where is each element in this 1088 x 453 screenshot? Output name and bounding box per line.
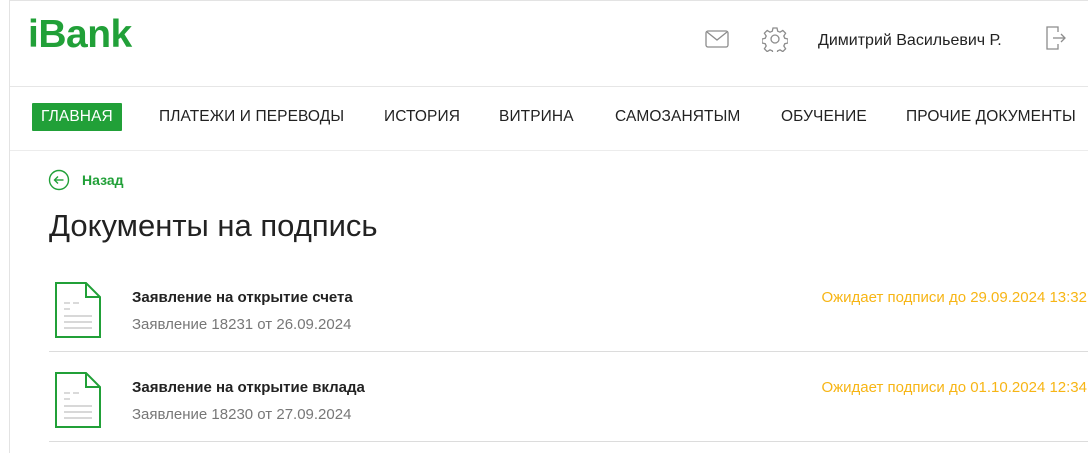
back-link[interactable]: Назад <box>48 169 124 191</box>
page-title: Документы на подпись <box>49 208 378 243</box>
document-status: Ожидает подписи до 01.10.2024 12:34 <box>821 379 1087 396</box>
nav-item-showcase[interactable]: ВИТРИНА <box>499 103 574 131</box>
document-title[interactable]: Заявление на открытие вклада <box>132 379 365 396</box>
document-row[interactable]: Заявление на открытие счета Заявление 18… <box>49 262 1088 352</box>
user-name[interactable]: Димитрий Васильевич Р. <box>818 32 1002 50</box>
mail-icon[interactable] <box>704 26 730 52</box>
nav-item-payments[interactable]: ПЛАТЕЖИ И ПЕРЕВОДЫ <box>159 103 344 131</box>
document-icon <box>54 281 102 344</box>
document-row[interactable]: Заявление на открытие вклада Заявление 1… <box>49 352 1088 442</box>
nav-item-history[interactable]: ИСТОРИЯ <box>384 103 460 131</box>
document-subtitle: Заявление 18230 от 27.09.2024 <box>132 406 352 423</box>
gear-icon[interactable] <box>762 26 788 52</box>
document-title[interactable]: Заявление на открытие счета <box>132 289 353 306</box>
nav-item-other-documents[interactable]: ПРОЧИЕ ДОКУМЕНТЫ <box>906 103 1076 131</box>
logout-icon[interactable] <box>1043 25 1069 51</box>
back-arrow-icon <box>48 169 70 191</box>
main-nav: ГЛАВНАЯ ПЛАТЕЖИ И ПЕРЕВОДЫ ИСТОРИЯ ВИТРИ… <box>10 87 1088 151</box>
document-subtitle: Заявление 18231 от 26.09.2024 <box>132 316 352 333</box>
app-window: iBank Димитрий Васильевич Р. ГЛАВНАЯ ПЛА… <box>9 0 1088 453</box>
document-icon <box>54 371 102 434</box>
nav-item-learning[interactable]: ОБУЧЕНИЕ <box>781 103 867 131</box>
document-status: Ожидает подписи до 29.09.2024 13:32 <box>821 289 1087 306</box>
nav-item-main[interactable]: ГЛАВНАЯ <box>32 103 122 131</box>
header: iBank Димитрий Васильевич Р. <box>10 1 1088 87</box>
back-label: Назад <box>82 172 124 188</box>
logo[interactable]: iBank <box>28 13 132 57</box>
nav-item-self-employed[interactable]: САМОЗАНЯТЫМ <box>615 103 740 131</box>
